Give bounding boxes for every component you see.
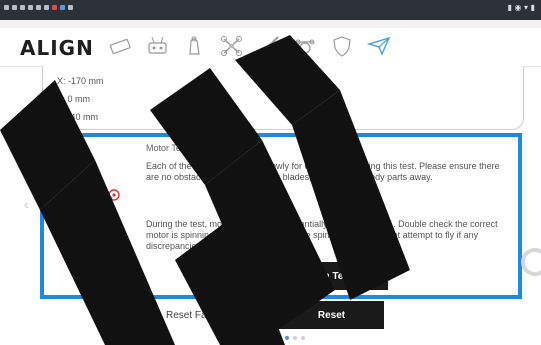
z-offset-value: Z: -40 mm [57, 112, 99, 122]
page-dot[interactable] [236, 336, 241, 340]
propeller-guard-icon[interactable] [182, 34, 207, 58]
motor-test-sequence-note: During the test, motors will rotate sequ… [146, 219, 498, 251]
quadcopter-motor-diagram [58, 181, 128, 255]
system-status-icons: ▮ ◉ ▾ ▮ [507, 3, 535, 12]
notification-icons [4, 5, 73, 10]
reset-factory-default-label: Reset Factory Default [166, 310, 263, 321]
brand-logo: ALIGN [20, 36, 94, 60]
notification-icon [60, 5, 65, 10]
reset-button[interactable]: Reset [279, 301, 384, 329]
motor-front-left-icon [68, 189, 80, 201]
notification-icon [20, 5, 25, 10]
remote-controller-icon[interactable] [145, 34, 170, 58]
notification-icon [36, 5, 41, 10]
next-page-icon[interactable] [521, 248, 541, 276]
page-dot[interactable] [268, 336, 273, 340]
page-dot[interactable] [292, 336, 297, 340]
notification-icon [28, 5, 33, 10]
battery-icon[interactable] [108, 34, 133, 58]
page-indicator [0, 336, 541, 340]
notification-icon [52, 5, 57, 10]
paper-plane-icon[interactable] [366, 34, 392, 58]
page-dot[interactable] [252, 336, 257, 340]
motor-test-title: Motor Test [146, 143, 188, 153]
screwdriver-icon[interactable] [256, 34, 281, 58]
motor-test-instructions: Each of the motors will rotate slowly fo… [146, 161, 500, 182]
motor-test-section: Motor Test Each of the motors will rotat… [40, 133, 522, 299]
shield-icon[interactable] [330, 34, 355, 58]
status-bar-strip: ▮ ◉ ▾ ▮ [0, 0, 541, 20]
motor-rear-right-icon [108, 233, 120, 245]
notification-icon [44, 5, 49, 10]
y-offset-value: Y: 0 mm [57, 94, 91, 104]
notification-icon [4, 5, 9, 10]
motor-rear-left-icon [68, 233, 80, 245]
chevron-left-icon[interactable]: ‹ [24, 196, 29, 212]
begin-test-button[interactable]: Begin Test [266, 262, 388, 290]
page-dot[interactable] [276, 336, 281, 340]
page-dot-active[interactable] [284, 336, 289, 340]
toolbar [108, 34, 392, 58]
notification-icon [12, 5, 17, 10]
app-header: ALIGN [0, 28, 541, 67]
gimbal-icon[interactable] [293, 34, 318, 58]
drone-icon[interactable] [219, 34, 244, 58]
position-card [42, 66, 524, 130]
page-dot[interactable] [244, 336, 249, 340]
status-bar: ▮ ◉ ▾ ▮ [0, 0, 541, 29]
motor-front-right-icon [108, 189, 120, 201]
rear-label: Rear [292, 76, 312, 86]
x-offset-value: X: -170 mm [57, 76, 104, 86]
page-dot[interactable] [260, 336, 265, 340]
page-dot[interactable] [300, 336, 305, 340]
notification-icon [68, 5, 73, 10]
